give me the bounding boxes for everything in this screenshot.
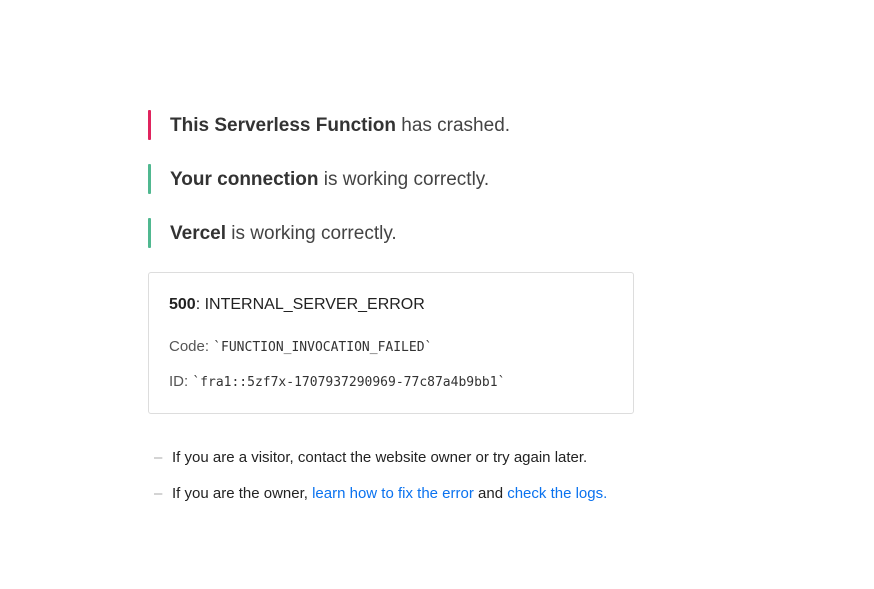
help-owner-middle: and [473,485,508,502]
error-code-label: Code: [169,338,214,355]
status-connection-ok: Your connection is working correctly. [148,164,638,196]
check-logs-link[interactable]: check the logs [507,485,603,502]
error-code-value[interactable]: `FUNCTION_INVOCATION_FAILED` [213,340,432,355]
error-id-line: ID: `fra1::5zf7x-1707937290969-77c87a4b9… [169,372,613,393]
help-owner-prefix: If you are the owner, [172,485,313,502]
error-status-text: : INTERNAL_SERVER_ERROR [195,296,425,313]
error-id-value[interactable]: `fra1::5zf7x-1707937290969-77c87a4b9bb1` [192,375,505,390]
status-subject: This Serverless Function [170,115,396,136]
error-details-box: 500: INTERNAL_SERVER_ERROR Code: `FUNCTI… [148,272,634,414]
status-message: is working correctly. [226,223,397,244]
error-code-line: Code: `FUNCTION_INVOCATION_FAILED` [169,337,613,358]
status-indicator-bar-green [148,164,151,194]
status-subject: Your connection [170,169,319,190]
error-status-code: 500 [169,296,196,313]
status-vercel-ok: Vercel is working correctly. [148,218,638,250]
help-visitor-text: If you are a visitor, contact the websit… [172,449,588,466]
help-item-owner: – If you are the owner, learn how to fix… [154,484,638,504]
dash-icon: – [154,485,163,502]
error-title: 500: INTERNAL_SERVER_ERROR [169,295,613,315]
help-owner-suffix: . [603,485,608,502]
status-message: is working correctly. [318,169,490,190]
status-subject: Vercel [170,223,226,244]
dash-icon: – [154,449,163,466]
error-id-label: ID: [169,373,193,390]
status-function-crashed: This Serverless Function has crashed. [148,110,638,142]
status-indicator-bar-green [148,218,151,248]
status-message: has crashed. [395,115,511,136]
error-page: This Serverless Function has crashed. Yo… [148,110,638,520]
help-item-visitor: – If you are a visitor, contact the webs… [154,448,638,468]
fix-error-link[interactable]: learn how to fix the error [312,485,474,502]
help-list: – If you are a visitor, contact the webs… [148,448,638,504]
status-indicator-bar-red [148,110,151,140]
